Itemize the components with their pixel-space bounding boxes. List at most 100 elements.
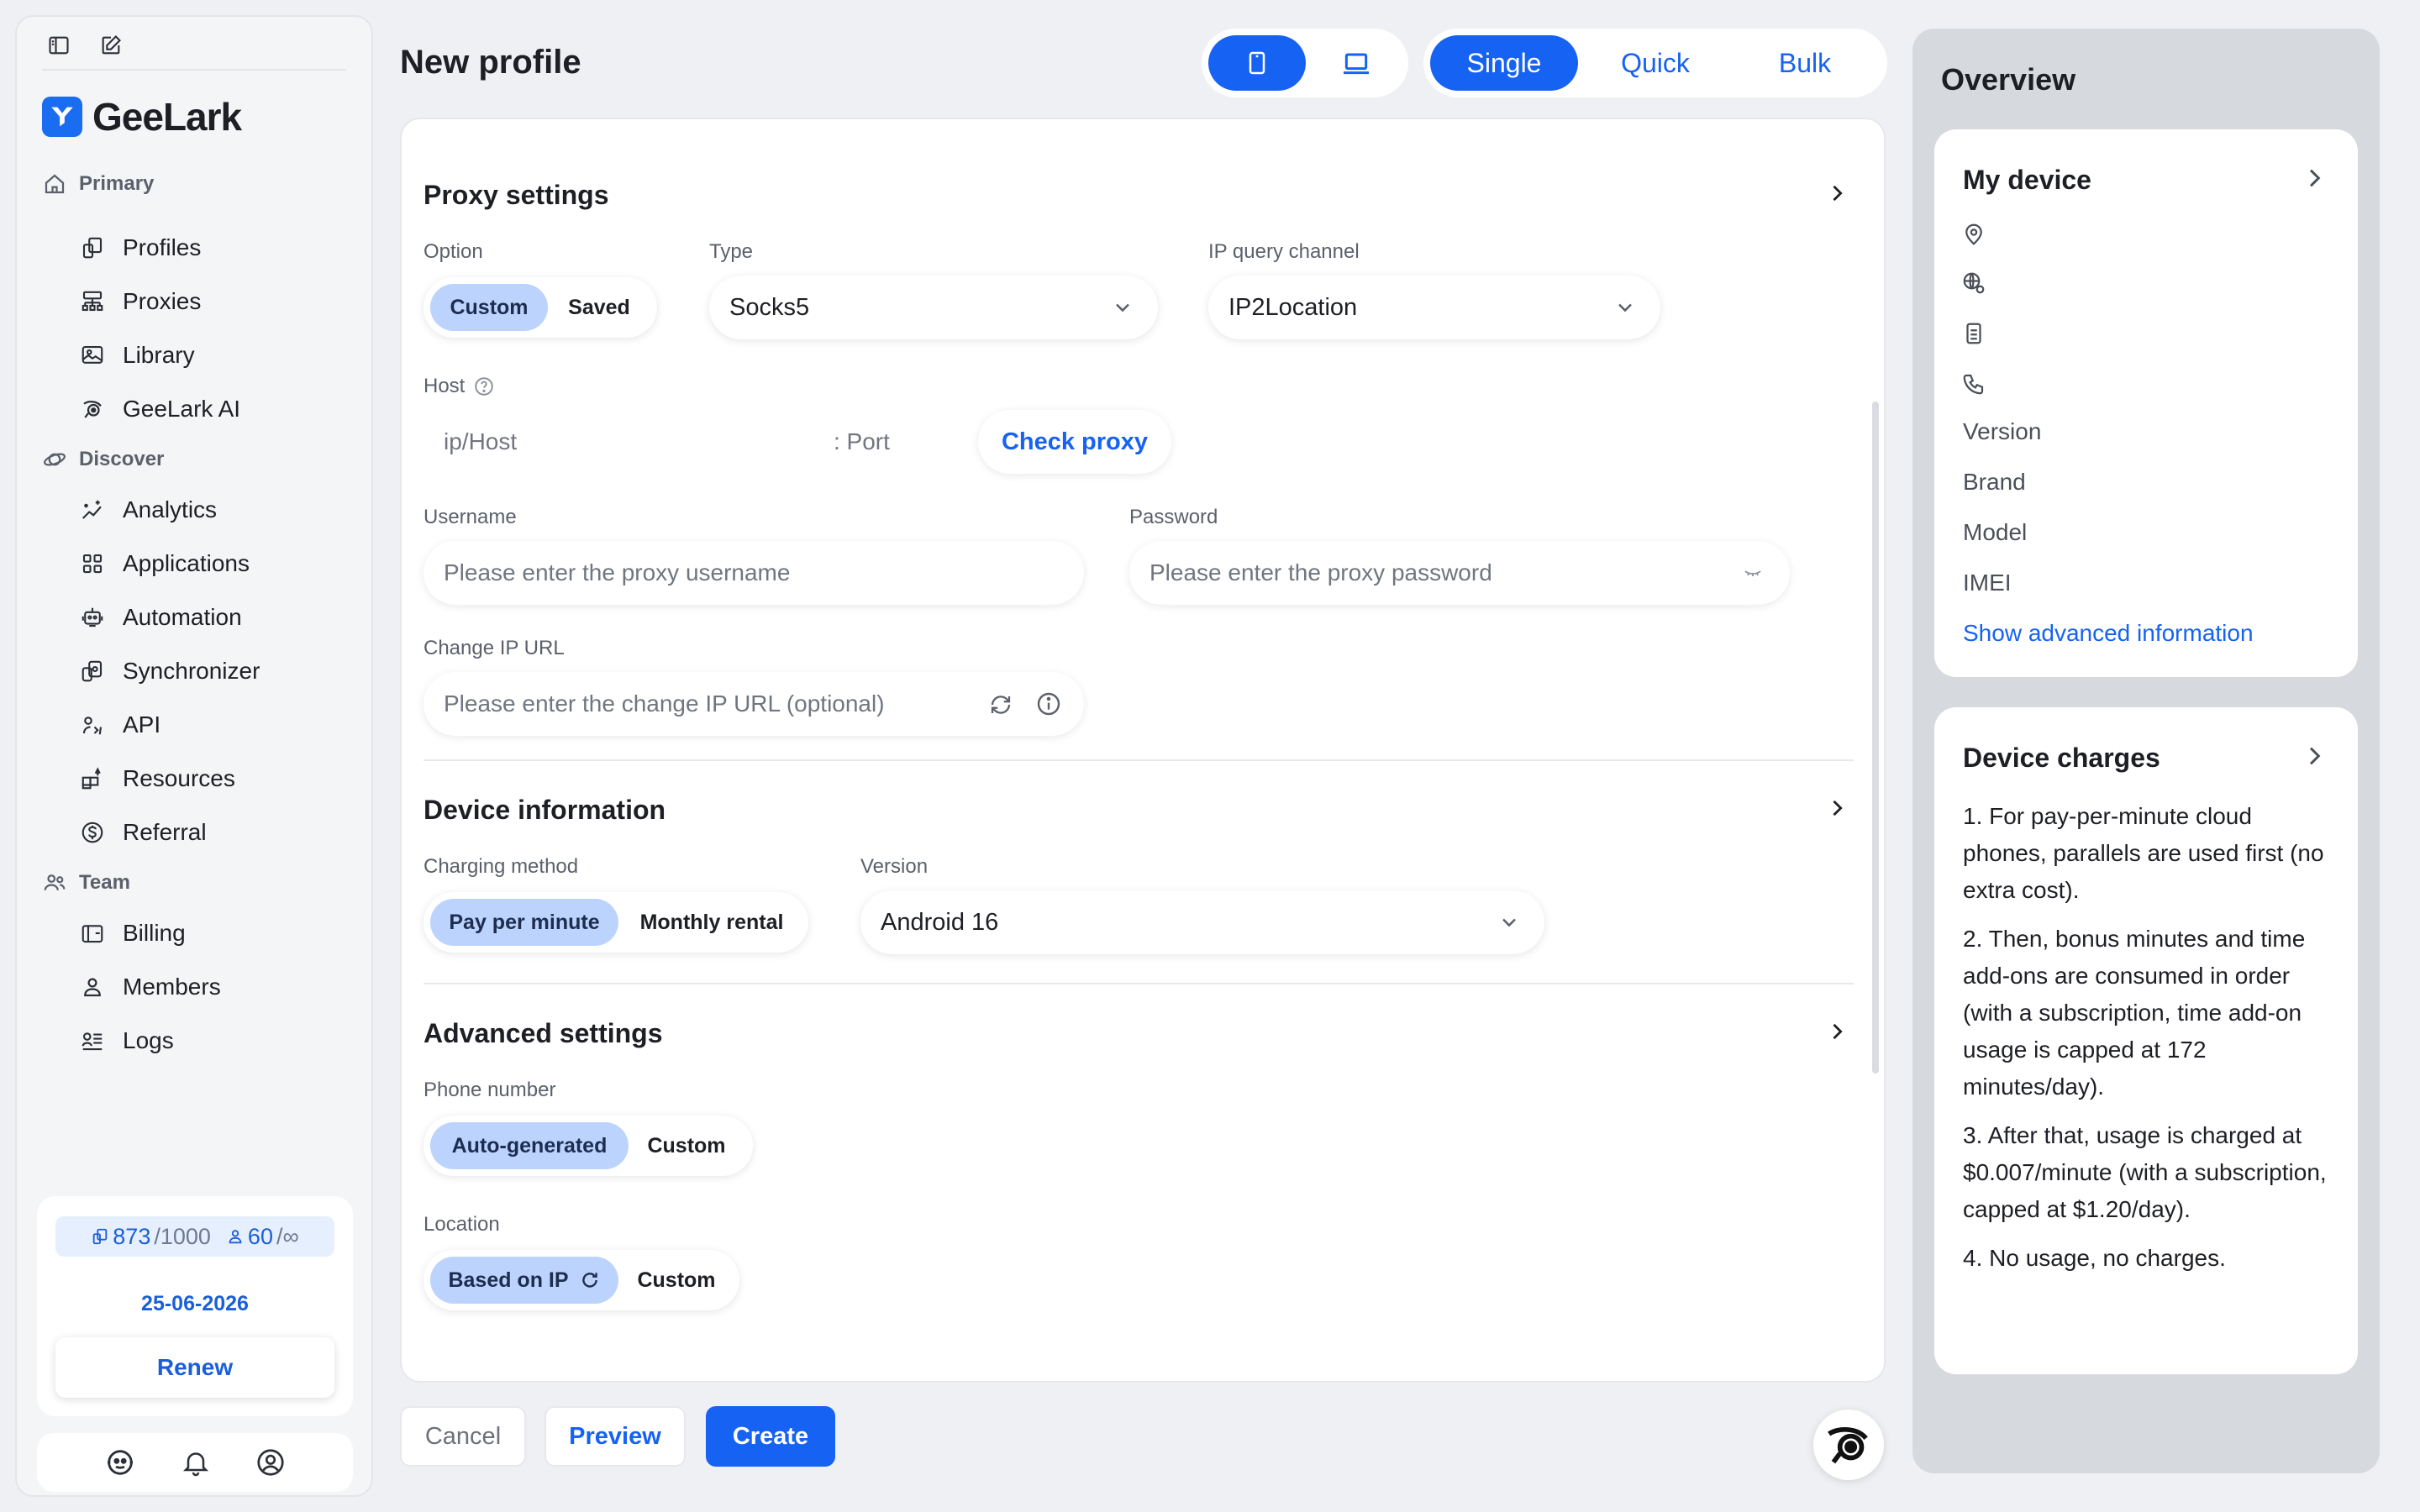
host-label: Host (424, 375, 466, 397)
location-pin-icon (1965, 223, 1982, 245)
ip-channel-select[interactable]: IP2Location (1208, 276, 1660, 339)
proxies-icon (77, 286, 108, 317)
sidebar-item-geelark-ai[interactable]: GeeLark AI (77, 389, 240, 429)
password-input[interactable]: Please enter the proxy password (1129, 541, 1790, 605)
device-type-toggle (1202, 29, 1408, 97)
option-phone-custom[interactable]: Custom (632, 1122, 741, 1169)
chevron-right-icon[interactable] (2301, 743, 2328, 769)
option-pay-per-minute[interactable]: Pay per minute (430, 899, 618, 946)
sidebar-toolbar (44, 30, 126, 60)
username-placeholder: Please enter the proxy username (444, 559, 791, 585)
option-based-on-ip[interactable]: Based on IP (430, 1257, 618, 1304)
form-scrollbar[interactable] (1872, 402, 1879, 1074)
profile-quota: 873/1000 (91, 1224, 211, 1250)
section-discover: Discover (42, 447, 164, 472)
sidebar-item-automation[interactable]: Automation (77, 597, 242, 638)
sidebar-item-resources[interactable]: Resources (77, 759, 235, 799)
sidebar-item-label: Resources (123, 765, 235, 791)
version-label: Version (860, 855, 929, 878)
sidebar-item-label: GeeLark AI (123, 396, 241, 422)
ai-assistant-button[interactable] (1813, 1410, 1884, 1480)
sidebar-item-proxies[interactable]: Proxies (77, 281, 201, 322)
advanced-chevron-right-icon[interactable] (1822, 1016, 1852, 1047)
device-brand-field: Brand (1963, 469, 2026, 495)
tab-single[interactable]: Single (1430, 35, 1578, 91)
brand-logo[interactable]: GeeLark (42, 94, 242, 139)
geelark-ai-icon (1828, 1427, 1868, 1464)
sidebar-item-library[interactable]: Library (77, 335, 195, 375)
charge-rule: 4. No usage, no charges. (1963, 1245, 2226, 1271)
port-input[interactable]: : Port (834, 428, 890, 455)
sidebar-item-logs[interactable]: Logs (77, 1021, 174, 1061)
phone-call-icon (1963, 374, 1984, 395)
option-monthly-rental[interactable]: Monthly rental (622, 899, 802, 946)
check-proxy-button[interactable]: Check proxy (978, 410, 1171, 474)
device-version-field: Version (1963, 418, 2042, 444)
dollar-icon (77, 817, 108, 848)
device-info-title: Device information (424, 795, 666, 825)
proxy-type-select[interactable]: Socks5 (709, 276, 1158, 339)
team-icon (44, 874, 66, 890)
charge-rule: 1. For pay-per-minute cloud phones, para… (1963, 803, 2324, 903)
sidebar-item-referral[interactable]: Referral (77, 812, 207, 853)
ip-channel-value: IP2Location (1228, 293, 1358, 321)
option-saved[interactable]: Saved (550, 284, 649, 331)
device-model-field: Model (1963, 519, 2028, 545)
create-button[interactable]: Create (706, 1406, 835, 1467)
brand-name: GeeLark (92, 95, 242, 139)
ip-channel-label: IP query channel (1208, 240, 1360, 263)
planet-icon (44, 453, 66, 466)
geelark-logo-icon (42, 97, 82, 137)
edit-icon[interactable] (96, 30, 126, 60)
sidebar-item-members[interactable]: Members (77, 967, 221, 1007)
sidebar-item-analytics[interactable]: Analytics (77, 490, 217, 530)
robot-icon (77, 602, 108, 633)
applications-icon (77, 549, 108, 579)
preview-button[interactable]: Preview (544, 1406, 686, 1467)
host-input[interactable]: ip/Host (444, 428, 517, 455)
chevron-right-icon[interactable] (2301, 165, 2328, 192)
sidebar-item-api[interactable]: API (77, 705, 160, 745)
home-icon (45, 174, 65, 194)
option-location-custom[interactable]: Custom (622, 1257, 731, 1304)
my-device-title: My device (1963, 165, 2091, 195)
proxy-chevron-right-icon[interactable] (1822, 178, 1852, 208)
android-version-select[interactable]: Android 16 (860, 890, 1544, 954)
tab-quick[interactable]: Quick (1581, 35, 1729, 91)
cancel-button[interactable]: Cancel (400, 1406, 526, 1467)
sidebar-item-label: Logs (123, 1027, 174, 1053)
based-on-ip-label: Based on IP (448, 1268, 569, 1292)
username-input[interactable]: Please enter the proxy username (424, 541, 1084, 605)
desktop-device-option[interactable] (1311, 35, 1402, 91)
member-quota: 60/∞ (226, 1224, 299, 1250)
sidebar-item-label: Billing (123, 920, 186, 946)
sidebar-item-profiles[interactable]: Profiles (77, 228, 201, 268)
option-custom[interactable]: Custom (430, 284, 548, 331)
show-advanced-info-link[interactable]: Show advanced information (1963, 620, 2254, 647)
phone-device-option[interactable] (1208, 35, 1306, 91)
sidebar-toggle-icon[interactable] (44, 30, 74, 60)
section-primary-label: Primary (79, 172, 155, 195)
sidebar-item-billing[interactable]: Billing (77, 913, 186, 953)
account-icon[interactable] (255, 1446, 287, 1478)
proxy-option-toggle: Custom Saved (424, 277, 657, 338)
change-ip-label: Change IP URL (424, 637, 565, 659)
bell-icon[interactable] (181, 1447, 211, 1478)
device-info-chevron-right-icon[interactable] (1822, 793, 1852, 823)
sidebar-item-synchronizer[interactable]: Synchronizer (77, 651, 260, 691)
change-ip-input[interactable]: Please enter the change IP URL (optional… (424, 672, 1084, 736)
location-label: Location (424, 1213, 500, 1236)
username-label: Username (424, 506, 517, 528)
tab-bulk[interactable]: Bulk (1731, 35, 1879, 91)
chevron-down-icon (1502, 918, 1516, 927)
sidebar-divider (42, 69, 346, 71)
laptop-icon (1344, 53, 1369, 75)
support-bot-icon[interactable] (103, 1446, 137, 1479)
option-auto-generated[interactable]: Auto-generated (430, 1122, 629, 1169)
profile-quota-icon (93, 1228, 108, 1245)
creation-mode-tabs: Single Quick Bulk (1423, 29, 1887, 97)
renew-button[interactable]: Renew (55, 1337, 334, 1398)
sidebar-item-applications[interactable]: Applications (77, 543, 250, 584)
refresh-icon (581, 1273, 597, 1288)
device-charges-title: Device charges (1963, 743, 2160, 773)
